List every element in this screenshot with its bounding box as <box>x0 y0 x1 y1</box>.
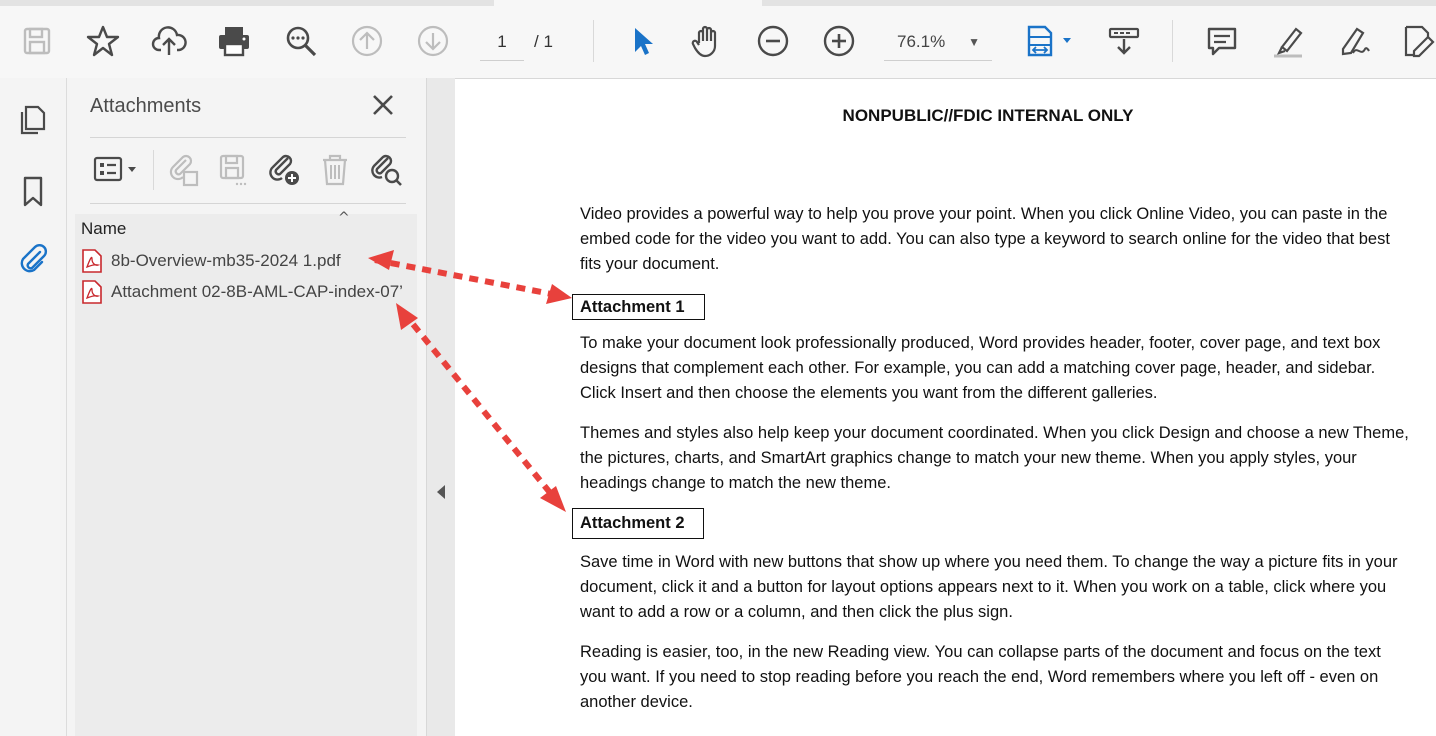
page-number-input[interactable]: 1 <box>480 26 524 61</box>
attachment-2-label: Attachment 2 <box>572 508 704 539</box>
paragraph: To make your document look professionall… <box>580 334 1381 402</box>
add-attachment-icon[interactable] <box>264 150 304 190</box>
hand-tool-icon[interactable] <box>687 21 727 61</box>
file-name: 8b-Overview-mb35-2024 1.pdf <box>111 251 341 270</box>
file-name: Attachment 02-8B-AML-CAP-index-07’ <box>111 282 403 301</box>
read-mode-icon[interactable] <box>1104 21 1144 61</box>
active-tab[interactable] <box>494 0 762 6</box>
comment-icon[interactable] <box>1202 21 1242 61</box>
paragraph: Themes and styles also help keep your do… <box>580 424 1409 492</box>
edit-pdf-icon[interactable] <box>1398 21 1436 61</box>
sign-icon[interactable] <box>1333 21 1373 61</box>
zoom-in-icon[interactable] <box>819 21 859 61</box>
zoom-out-icon[interactable] <box>753 21 793 61</box>
open-attachment-icon[interactable] <box>162 150 202 190</box>
pages-thumbnails-icon[interactable] <box>14 100 52 140</box>
zoom-level-select[interactable]: 76.1% ▼ <box>884 26 992 61</box>
column-header-name[interactable]: Name <box>81 219 126 239</box>
save-attachment-icon[interactable] <box>213 150 253 190</box>
page-down-icon[interactable] <box>413 21 453 61</box>
divider <box>90 203 406 204</box>
print-icon[interactable] <box>214 21 254 61</box>
pdf-file-icon <box>82 249 102 273</box>
navigation-rail <box>0 78 67 736</box>
paragraph: Save time in Word with new buttons that … <box>580 553 1398 621</box>
page-total: / 1 <box>534 32 553 51</box>
chevron-down-icon: ▼ <box>968 35 980 49</box>
attachment-1-label: Attachment 1 <box>572 294 705 320</box>
collapse-panel-icon[interactable] <box>436 484 446 500</box>
paragraph: Reading is easier, too, in the new Readi… <box>580 643 1381 711</box>
sort-ascending-icon[interactable]: ^ <box>338 210 350 226</box>
save-icon[interactable] <box>17 21 57 61</box>
list-item[interactable]: 8b-Overview-mb35-2024 1.pdf <box>81 248 417 274</box>
delete-trash-icon[interactable] <box>315 150 355 190</box>
divider <box>90 137 406 138</box>
select-cursor-icon[interactable] <box>622 21 662 61</box>
page-up-icon[interactable] <box>347 21 387 61</box>
pdf-file-icon <box>82 280 102 304</box>
document-header: NONPUBLIC//FDIC INTERNAL ONLY <box>842 106 1134 125</box>
upload-cloud-icon[interactable] <box>149 21 189 61</box>
bookmark-star-icon[interactable] <box>83 21 123 61</box>
zoom-value: 76.1% <box>897 32 946 51</box>
tab-strip <box>0 0 1436 6</box>
options-menu-icon[interactable] <box>90 150 144 190</box>
highlight-icon[interactable] <box>1268 21 1308 61</box>
panel-title: Attachments <box>90 95 202 117</box>
toolbar-separator <box>593 20 594 62</box>
list-item[interactable]: Attachment 02-8B-AML-CAP-index-07’ <box>81 279 417 305</box>
fit-page-icon[interactable] <box>1020 21 1076 61</box>
document-page <box>455 79 1436 736</box>
zoom-search-icon[interactable] <box>281 21 321 61</box>
paragraph: Video provides a powerful way to help yo… <box>580 205 1390 273</box>
close-icon[interactable] <box>370 92 396 118</box>
search-attachments-icon[interactable] <box>366 150 406 190</box>
toolbar-separator <box>1172 20 1173 62</box>
toolbar-separator <box>153 150 154 190</box>
attachments-paperclip-icon[interactable] <box>14 239 52 279</box>
bookmarks-icon[interactable] <box>14 171 52 211</box>
panel-splitter[interactable] <box>426 78 456 736</box>
